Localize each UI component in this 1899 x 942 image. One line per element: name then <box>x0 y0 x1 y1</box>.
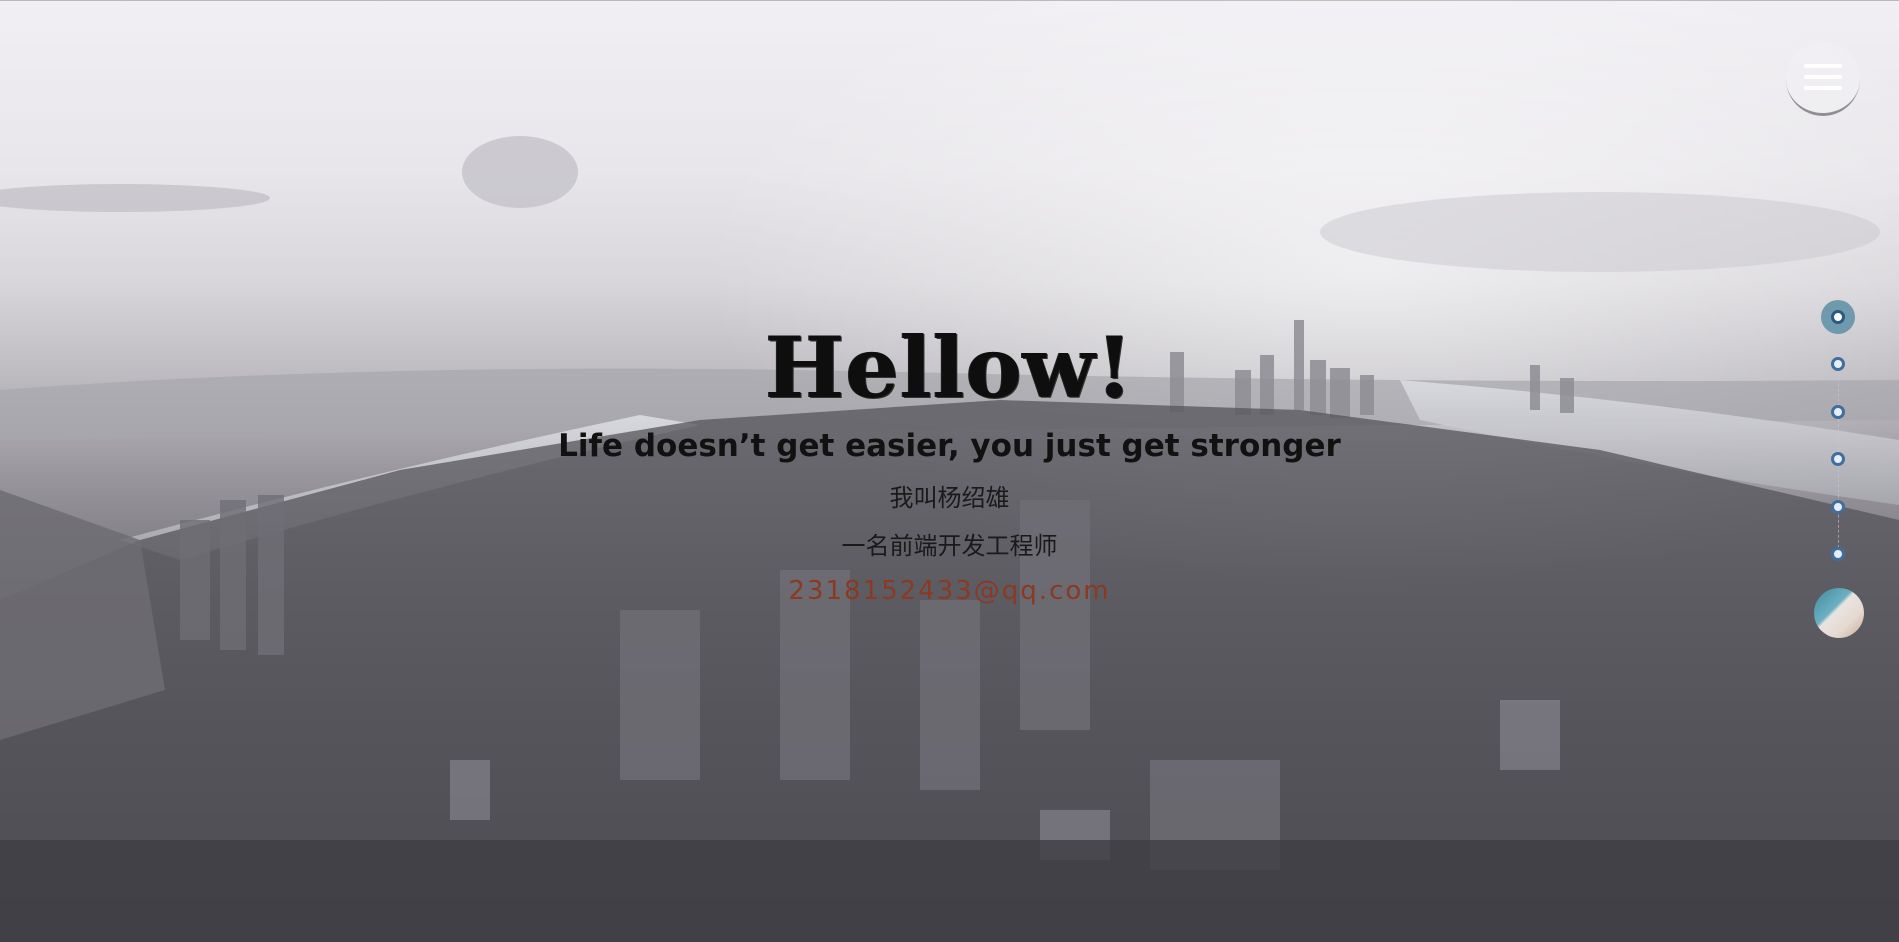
user-avatar[interactable] <box>1814 588 1864 638</box>
hero-title: Hellow! <box>765 318 1134 417</box>
dot-nav-connector <box>1838 318 1840 558</box>
section-dot-3[interactable] <box>1831 405 1845 419</box>
hero-section: Hellow! Life doesn’t get easier, you jus… <box>0 318 1899 608</box>
section-dot-6[interactable] <box>1831 547 1845 561</box>
hamburger-menu-icon-bar <box>1804 75 1842 79</box>
hero-motto: Life doesn’t get easier, you just get st… <box>558 428 1341 464</box>
section-dot-2[interactable] <box>1831 357 1845 371</box>
hero-role-line: 一名前端开发工程师 <box>841 532 1058 560</box>
section-dot-1[interactable] <box>1821 300 1855 334</box>
menu-button[interactable] <box>1786 42 1860 116</box>
hamburger-menu-icon-bar <box>1804 86 1842 90</box>
hero-name-line: 我叫杨绍雄 <box>889 484 1010 512</box>
email-link[interactable]: 2318152433@qq.com <box>788 574 1110 608</box>
hamburger-menu-icon <box>1804 64 1842 68</box>
page: Hellow! Life doesn’t get easier, you jus… <box>0 0 1899 942</box>
section-dot-5[interactable] <box>1831 500 1845 514</box>
section-dot-4[interactable] <box>1831 452 1845 466</box>
